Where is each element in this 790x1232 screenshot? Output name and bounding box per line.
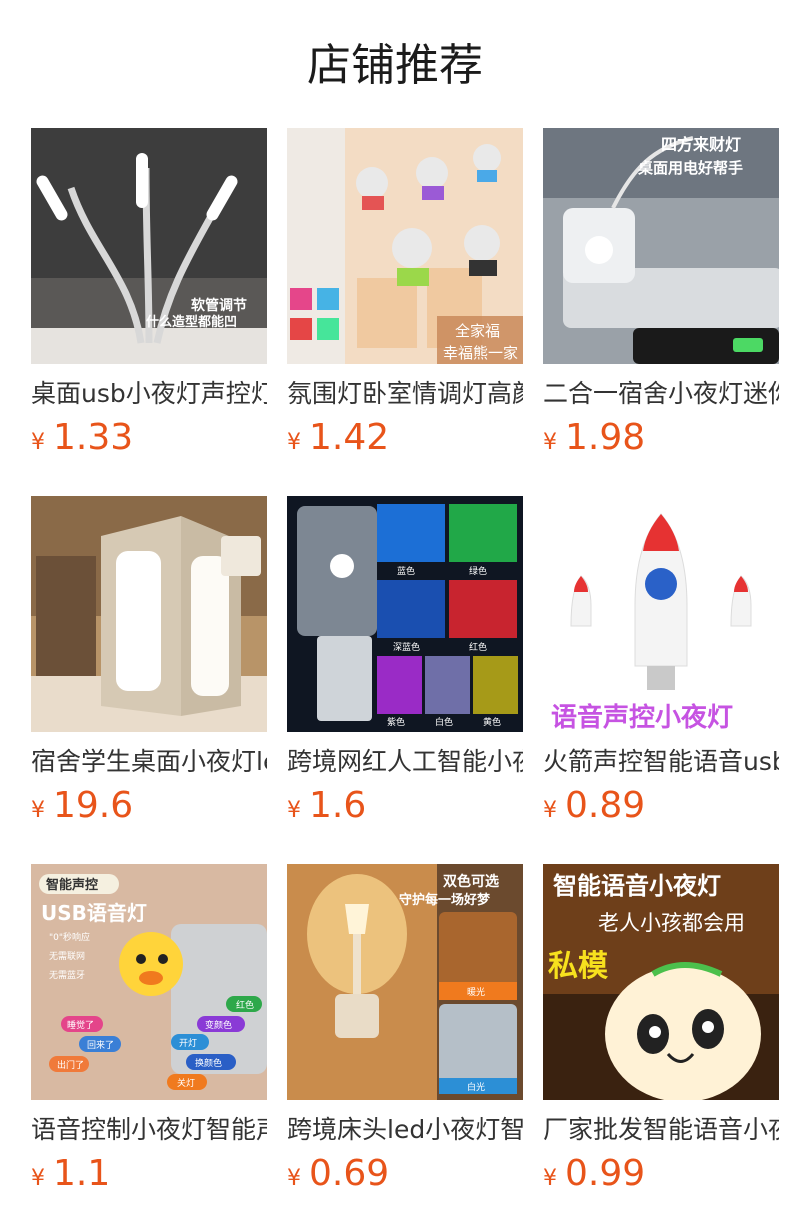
image-caption: 开灯	[179, 1038, 197, 1049]
image-caption: 语音声控小夜灯	[551, 702, 733, 732]
image-caption: 变颜色	[205, 1019, 232, 1031]
product-card[interactable]: 智能声控 USB语音灯 "0"秒响应 无需联网 无需蓝牙 红色 睡觉了 变颜色 …	[31, 864, 267, 1194]
product-price: ¥1.33	[31, 418, 267, 458]
price-value: 19.6	[53, 785, 134, 826]
product-card[interactable]: 全家福 幸福熊一家 氛围灯卧室情调灯高颜值 ¥1.42	[287, 128, 523, 458]
currency-symbol: ¥	[287, 1166, 301, 1191]
product-name[interactable]: 氛围灯卧室情调灯高颜值	[287, 376, 523, 412]
image-caption: 什么造型都能凹	[146, 314, 237, 330]
price-value: 1.42	[309, 417, 390, 458]
product-card[interactable]: 宿舍学生桌面小夜灯led ¥19.6	[31, 496, 267, 826]
image-caption: 幸福熊一家	[443, 344, 518, 362]
image-caption: 绿色	[469, 565, 487, 577]
image-caption: 红色	[236, 999, 254, 1011]
image-caption: 私模	[548, 949, 608, 984]
currency-symbol: ¥	[31, 430, 45, 455]
price-value: 1.6	[309, 785, 367, 826]
section-title: 店铺推荐	[307, 40, 483, 91]
product-card[interactable]: 语音声控小夜灯 火箭声控智能语音usb ¥0.89	[543, 496, 779, 826]
image-caption: 红色	[469, 641, 487, 653]
image-caption: 双色可选	[443, 873, 499, 890]
image-caption: 关灯	[177, 1077, 195, 1089]
product-name[interactable]: 语音控制小夜灯智能声控	[31, 1112, 267, 1148]
image-caption: 蓝色	[397, 565, 415, 577]
image-caption: USB语音灯	[41, 901, 147, 925]
image-caption: 智能语音小夜灯	[553, 872, 721, 900]
product-name[interactable]: 厂家批发智能语音小夜灯	[543, 1112, 779, 1148]
product-name[interactable]: 二合一宿舍小夜灯迷你	[543, 376, 779, 412]
image-caption: 紫色	[387, 716, 405, 728]
product-name[interactable]: 跨境网红人工智能小夜灯	[287, 744, 523, 780]
currency-symbol: ¥	[287, 798, 301, 823]
currency-symbol: ¥	[543, 1166, 557, 1191]
image-caption: 老人小孩都会用	[598, 911, 745, 935]
image-caption: 换颜色	[195, 1057, 222, 1069]
product-image-rocket-lamp[interactable]: 语音声控小夜灯	[543, 496, 779, 732]
product-price: ¥0.89	[543, 786, 779, 826]
product-image-voice-duck-lamp[interactable]: 智能声控 USB语音灯 "0"秒响应 无需联网 无需蓝牙 红色 睡觉了 变颜色 …	[31, 864, 267, 1100]
image-caption: 四方来财灯	[661, 135, 741, 154]
image-caption: 桌面用电好帮手	[637, 159, 743, 177]
product-name[interactable]: 火箭声控智能语音usb	[543, 744, 779, 780]
product-card[interactable]: 软管调节 什么造型都能凹 桌面usb小夜灯声控灯 ¥1.33	[31, 128, 267, 458]
currency-symbol: ¥	[287, 430, 301, 455]
product-price: ¥1.6	[287, 786, 523, 826]
image-caption: 软管调节	[191, 297, 247, 314]
product-price: ¥1.1	[31, 1154, 267, 1194]
price-value: 1.33	[53, 417, 134, 458]
price-value: 0.69	[309, 1153, 390, 1194]
product-image-desk-lamp[interactable]: 软管调节 什么造型都能凹	[31, 128, 267, 364]
image-caption: 出门了	[57, 1059, 84, 1071]
image-caption: 白光	[467, 1081, 485, 1093]
product-card[interactable]: 智能语音小夜灯 老人小孩都会用 私模 厂家批发智能语音小夜灯 ¥0.99	[543, 864, 779, 1194]
currency-symbol: ¥	[543, 430, 557, 455]
product-card[interactable]: 四方来财灯 桌面用电好帮手 二合一宿舍小夜灯迷你 ¥1.98	[543, 128, 779, 458]
currency-symbol: ¥	[31, 798, 45, 823]
currency-symbol: ¥	[543, 798, 557, 823]
product-image-power-strip[interactable]: 四方来财灯 桌面用电好帮手	[543, 128, 779, 364]
product-image-folding-lamp[interactable]	[31, 496, 267, 732]
price-value: 1.1	[53, 1153, 111, 1194]
price-value: 0.89	[565, 785, 646, 826]
image-caption: 深蓝色	[393, 641, 420, 653]
image-caption: 暖光	[467, 986, 485, 998]
product-image-panda-lamp[interactable]: 智能语音小夜灯 老人小孩都会用 私模	[543, 864, 779, 1100]
product-card[interactable]: 蓝色 绿色 深蓝色 红色 紫色 白色 黄色 跨境网红人工智能小夜灯 ¥1.6	[287, 496, 523, 826]
price-value: 1.98	[565, 417, 646, 458]
product-price: ¥19.6	[31, 786, 267, 826]
image-caption: 睡觉了	[67, 1019, 94, 1031]
product-price: ¥1.98	[543, 418, 779, 458]
image-caption: 回来了	[87, 1040, 114, 1051]
image-caption: "0"秒响应	[49, 931, 90, 943]
product-name[interactable]: 宿舍学生桌面小夜灯led	[31, 744, 267, 780]
product-name[interactable]: 桌面usb小夜灯声控灯	[31, 376, 267, 412]
product-price: ¥0.69	[287, 1154, 523, 1194]
price-value: 0.99	[565, 1153, 646, 1194]
image-caption: 全家福	[455, 322, 500, 340]
product-image-bear-lights[interactable]: 全家福 幸福熊一家	[287, 128, 523, 364]
image-caption: 智能声控	[46, 877, 98, 893]
currency-symbol: ¥	[31, 1166, 45, 1191]
image-caption: 黄色	[483, 716, 501, 728]
image-caption: 守护每一场好梦	[399, 892, 491, 908]
product-name[interactable]: 跨境床头led小夜灯智能	[287, 1112, 523, 1148]
product-price: ¥0.99	[543, 1154, 779, 1194]
product-image-bedside-lamp[interactable]: 双色可选 守护每一场好梦 暖光 白光	[287, 864, 523, 1100]
product-image-usb-light-colors[interactable]: 蓝色 绿色 深蓝色 红色 紫色 白色 黄色	[287, 496, 523, 732]
image-caption: 无需联网	[49, 951, 85, 962]
image-caption: 无需蓝牙	[49, 969, 85, 981]
product-card[interactable]: 双色可选 守护每一场好梦 暖光 白光 跨境床头led小夜灯智能 ¥0.69	[287, 864, 523, 1194]
image-caption: 白色	[435, 716, 453, 728]
product-price: ¥1.42	[287, 418, 523, 458]
